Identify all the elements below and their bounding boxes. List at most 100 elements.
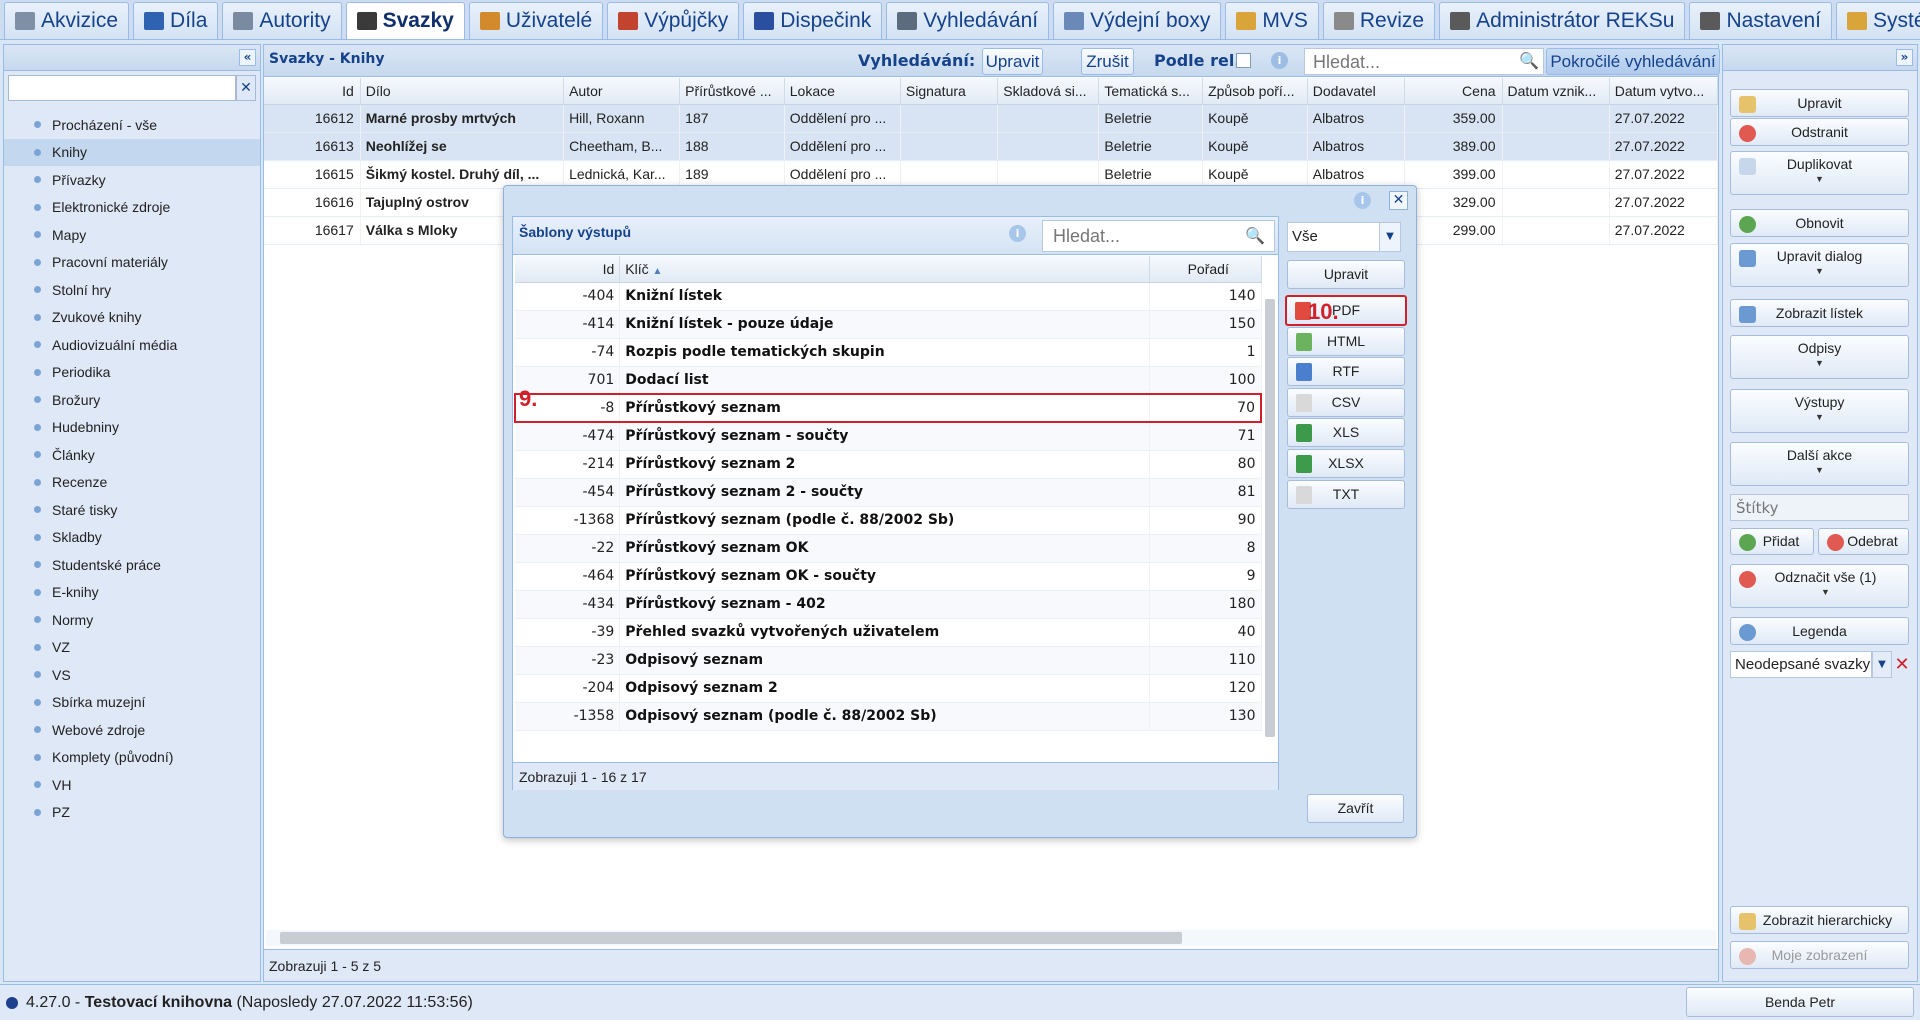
column-header-zpusob-pori[interactable]: Způsob poří... [1202, 78, 1308, 105]
edit-button[interactable]: Upravit [1730, 89, 1909, 117]
export-html-button[interactable]: HTML [1287, 327, 1405, 356]
tab-administrator-reksu[interactable]: Administrátor REKSu [1439, 2, 1686, 39]
edit-dialog-button[interactable]: Upravit dialog ▼ [1730, 243, 1909, 287]
horizontal-scrollbar[interactable] [266, 930, 1716, 946]
tab-dila[interactable]: Díla [133, 2, 219, 39]
template-row[interactable]: -214 Přírůstkový seznam 2 80 [515, 450, 1262, 479]
category-item-vh[interactable]: VH [4, 771, 260, 799]
refresh-button[interactable]: Obnovit [1730, 209, 1909, 237]
show-card-button[interactable]: Zobrazit lístek [1730, 299, 1909, 327]
export-xls-button[interactable]: XLS [1287, 418, 1405, 447]
category-item-zvukove-knihy[interactable]: Zvukové knihy [4, 304, 260, 332]
category-item-e-knihy[interactable]: E-knihy [4, 579, 260, 607]
clear-filter-icon[interactable]: ✕ [236, 75, 256, 101]
tab-nastaveni[interactable]: Nastavení [1689, 2, 1833, 39]
writeoffs-button[interactable]: Odpisy ▼ [1730, 335, 1909, 379]
clear-view-icon[interactable]: ✕ [1893, 651, 1911, 678]
category-item-recenze[interactable]: Recenze [4, 469, 260, 497]
category-item-vs[interactable]: VS [4, 661, 260, 689]
advanced-search-button[interactable]: Pokročilé vyhledávání [1546, 48, 1720, 75]
remove-tag-button[interactable]: Odebrat [1818, 528, 1909, 555]
table-row[interactable]: 16612 Marné prosby mrtvých Hill, Roxann 187… [264, 104, 1719, 133]
tab-system[interactable]: Systém [1836, 2, 1920, 39]
templates-scrollbar[interactable] [1263, 283, 1277, 763]
more-actions-button[interactable]: Další akce ▼ [1730, 442, 1909, 486]
legend-button[interactable]: Legenda [1730, 617, 1909, 645]
template-edit-button[interactable]: Upravit [1287, 260, 1405, 289]
category-item-stolni-hry[interactable]: Stolní hry [4, 276, 260, 304]
category-item-privazky[interactable]: Přívazky [4, 166, 260, 194]
relevance-checkbox[interactable] [1236, 53, 1251, 68]
tab-autority[interactable]: Autority [222, 2, 342, 39]
category-item-brozury[interactable]: Brožury [4, 386, 260, 414]
table-row[interactable]: 16615 Šikmý kostel. Druhý díl, ... Lednick… [264, 160, 1719, 189]
template-search-input[interactable]: Hledat... [1042, 220, 1275, 252]
chevron-down-icon[interactable]: ▼ [1379, 223, 1400, 251]
export-txt-button[interactable]: TXT [1287, 480, 1405, 509]
category-item-pz[interactable]: PZ [4, 799, 260, 827]
chevron-down-icon[interactable]: ▼ [1872, 651, 1892, 678]
category-item-studentske-prace[interactable]: Studentské práce [4, 551, 260, 579]
category-item-audiovizualni-media[interactable]: Audiovizuální média [4, 331, 260, 359]
template-row[interactable]: -1368 Přírůstkový seznam (podle č. 88/200… [515, 506, 1262, 535]
tab-revize[interactable]: Revize [1322, 2, 1436, 39]
scroll-thumb[interactable] [280, 932, 1182, 944]
category-item-mapy[interactable]: Mapy [4, 221, 260, 249]
tab-mvs[interactable]: MVS [1225, 2, 1319, 39]
table-row[interactable]: 16613 Neohlížej se Cheetham, B... 188 Odděle… [264, 132, 1719, 161]
template-row[interactable]: -454 Přírůstkový seznam 2 - součty 81 [515, 478, 1262, 507]
search-input[interactable]: Hledat... [1304, 48, 1544, 75]
category-item-pracovni-materialy[interactable]: Pracovní materiály [4, 249, 260, 277]
col-order[interactable]: Pořadí [1149, 256, 1262, 283]
category-item-prochazeni-vse[interactable]: Procházení - vše [4, 111, 260, 139]
column-header-dodavatel[interactable]: Dodavatel [1307, 78, 1406, 105]
column-header-id[interactable]: Id [264, 78, 361, 105]
category-item-hudebniny[interactable]: Hudebniny [4, 414, 260, 442]
export-xlsx-button[interactable]: XLSX [1287, 449, 1405, 478]
column-header-signatura[interactable]: Signatura [900, 78, 999, 105]
template-row[interactable]: -23 Odpisový seznam 110 [515, 646, 1262, 675]
tab-svazky[interactable]: Svazky [345, 2, 465, 39]
export-rtf-button[interactable]: RTF [1287, 357, 1405, 386]
template-row[interactable]: -204 Odpisový seznam 2 120 [515, 674, 1262, 703]
category-item-elektronicke-zdroje[interactable]: Elektronické zdroje [4, 194, 260, 222]
export-csv-button[interactable]: CSV [1287, 388, 1405, 417]
show-hierarchical-button[interactable]: Zobrazit hierarchicky [1730, 906, 1909, 934]
template-row[interactable]: -464 Přírůstkový seznam OK - součty 9 [515, 562, 1262, 591]
info-icon[interactable]: i [1271, 52, 1288, 69]
view-select[interactable]: Neodepsané svazky [1730, 651, 1872, 678]
column-header-datum-vznik[interactable]: Datum vznik... [1502, 78, 1610, 105]
close-icon[interactable]: ✕ [1389, 191, 1408, 210]
column-header-autor[interactable]: Autor [563, 78, 681, 105]
category-item-stare-tisky[interactable]: Staré tisky [4, 496, 260, 524]
template-row[interactable]: -474 Přírůstkový seznam - součty 71 [515, 422, 1262, 451]
info-icon[interactable]: i [1009, 225, 1026, 242]
search-icon[interactable]: 🔍 [1519, 51, 1539, 70]
tab-uzivatele[interactable]: Uživatelé [468, 2, 604, 39]
col-id[interactable]: Id [515, 256, 621, 283]
column-header-cena[interactable]: Cena [1404, 78, 1503, 105]
tab-vypujcky[interactable]: Výpůjčky [607, 2, 740, 39]
export-pdf-button[interactable]: PDF 10. [1285, 295, 1407, 326]
outputs-button[interactable]: Výstupy ▼ [1730, 389, 1909, 433]
template-row[interactable]: -39 Přehled svazků vytvořených uživatelem… [515, 618, 1262, 647]
unmark-all-button[interactable]: Odznačit vše (1) ▼ [1730, 564, 1909, 608]
category-item-webove-zdroje[interactable]: Webové zdroje [4, 716, 260, 744]
search-cancel-button[interactable]: Zrušit [1081, 48, 1134, 75]
category-item-komplety-puvodni[interactable]: Komplety (původní) [4, 744, 260, 772]
category-filter-input[interactable] [8, 75, 236, 101]
search-edit-button[interactable]: Upravit [982, 48, 1043, 75]
template-row[interactable]: -414 Knižní lístek - pouze údaje 150 [515, 310, 1262, 339]
column-header-tematicka-s[interactable]: Tematická s... [1098, 78, 1204, 105]
add-tag-button[interactable]: Přidat [1730, 528, 1814, 555]
tab-vydejni-boxy[interactable]: Výdejní boxy [1053, 2, 1222, 39]
template-row[interactable]: -8 Přírůstkový seznam 70 [514, 393, 1262, 423]
template-row[interactable]: -404 Knižní lístek 140 [515, 282, 1262, 311]
template-row[interactable]: -74 Rozpis podle tematických skupin 1 [515, 338, 1262, 367]
search-icon[interactable]: 🔍 [1245, 226, 1265, 245]
category-item-clanky[interactable]: Články [4, 441, 260, 469]
column-header-prirustkove[interactable]: Přírůstkové ... [679, 78, 785, 105]
info-icon[interactable]: i [1354, 192, 1371, 209]
template-row[interactable]: 701 Dodací list 100 [515, 366, 1262, 395]
template-row[interactable]: -22 Přírůstkový seznam OK 8 [515, 534, 1262, 563]
